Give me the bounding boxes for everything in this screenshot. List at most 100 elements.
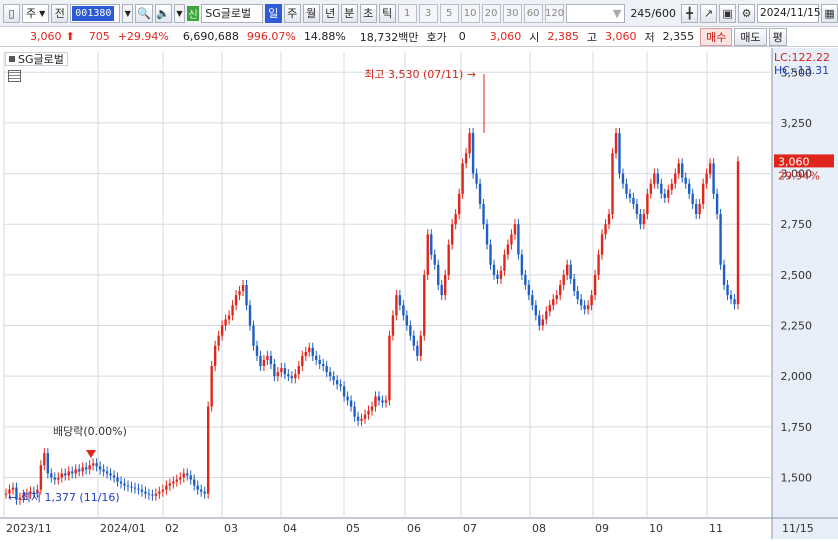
candle-body: [377, 396, 381, 401]
candle-body: [538, 315, 541, 326]
candle-body: [632, 197, 635, 204]
stock-code-field[interactable]: 001380: [70, 3, 121, 23]
sell-button[interactable]: 매도: [734, 27, 767, 46]
candle-body: [179, 477, 182, 480]
interval-60[interactable]: 60: [523, 3, 543, 23]
save-icon[interactable]: ▣: [719, 3, 737, 23]
candle-body: [227, 315, 231, 320]
interval-30[interactable]: 30: [502, 3, 522, 23]
candle-icon[interactable]: ╋: [681, 3, 699, 23]
period-year[interactable]: 년: [321, 3, 339, 23]
eval-button[interactable]: 평: [768, 27, 787, 46]
candle-body: [200, 489, 203, 492]
candle-body: [667, 189, 670, 198]
x-tick-label: 02: [165, 522, 179, 535]
candle-body: [290, 376, 294, 379]
period-tick[interactable]: 틱: [378, 3, 396, 23]
candle-body: [224, 319, 227, 326]
y-tick-label: 2,500: [781, 269, 813, 282]
candle-body: [566, 264, 569, 275]
period-week[interactable]: 주: [283, 3, 301, 23]
x-tick-label: 07: [463, 522, 477, 535]
candle-body: [349, 400, 353, 407]
candle-body: [266, 355, 269, 360]
x-tick-label: 06: [407, 522, 421, 535]
candle-body: [147, 493, 151, 495]
candle-body: [370, 406, 374, 411]
candle-body: [322, 364, 325, 367]
high-annotation: 최고 3,530 (07/11) →: [364, 68, 476, 81]
count-display: 245/600: [627, 4, 679, 23]
candle-body: [388, 335, 391, 401]
candle-body: [475, 173, 478, 184]
period-minute[interactable]: 분: [340, 3, 358, 23]
calendar-icon[interactable]: ▦: [821, 3, 838, 23]
candle-body: [217, 335, 220, 346]
candle-body: [450, 224, 454, 245]
interval-3[interactable]: 3: [418, 3, 438, 23]
candle-body: [409, 325, 412, 336]
interval-1[interactable]: 1: [397, 3, 417, 23]
chart-svg: 1,5001,7502,0002,2502,5002,7503,0003,250…: [0, 48, 838, 539]
candle-body: [430, 234, 433, 255]
prefix-button[interactable]: 전: [51, 3, 69, 23]
candle-body: [273, 364, 276, 377]
candle-body: [64, 473, 67, 476]
candle-body: [405, 315, 409, 326]
candle-body: [576, 291, 579, 300]
candle-body: [60, 473, 63, 478]
candle-body: [346, 396, 349, 401]
candle-body: [656, 173, 660, 184]
code-dropdown-icon[interactable]: ▼: [122, 3, 134, 23]
chart-legend[interactable]: SG글로벌: [5, 52, 68, 66]
candle-body: [308, 347, 311, 352]
interval-10[interactable]: 10: [460, 3, 480, 23]
candle-body: [496, 274, 499, 279]
candle-body: [513, 224, 517, 235]
up-arrow-icon: ⬆: [65, 30, 75, 43]
candle-body: [461, 163, 464, 194]
search-icon[interactable]: 🔍: [135, 3, 153, 23]
candle-body: [444, 274, 447, 296]
candle-body: [402, 305, 405, 316]
speaker-dropdown-icon[interactable]: ▼: [173, 3, 185, 23]
period-second[interactable]: 초: [359, 3, 377, 23]
candle-body: [374, 396, 377, 407]
candle-body: [534, 305, 538, 316]
draw-icon[interactable]: ↗: [700, 3, 718, 23]
interval-20[interactable]: 20: [481, 3, 501, 23]
candle-body: [384, 400, 388, 403]
market-type-label: 주: [26, 7, 37, 20]
date-field[interactable]: 2024/11/15: [757, 3, 821, 23]
period-day[interactable]: 일: [264, 3, 282, 23]
grid-icon[interactable]: [8, 70, 21, 82]
candle-body: [524, 274, 527, 285]
candle-body: [527, 285, 531, 296]
candle-body: [335, 380, 339, 385]
candle-body: [245, 285, 248, 306]
x-tick-label: 03: [224, 522, 238, 535]
period-month[interactable]: 월: [302, 3, 320, 23]
layout-icon[interactable]: ▯: [3, 3, 20, 23]
interval-5[interactable]: 5: [439, 3, 459, 23]
candle-body: [642, 214, 646, 225]
candle-body: [440, 285, 443, 296]
candle-body: [137, 488, 140, 490]
y-tick-label: 1,750: [781, 421, 813, 434]
candle-body: [520, 254, 524, 275]
candle-body: [437, 264, 440, 285]
speaker-icon[interactable]: 🔈: [154, 3, 172, 23]
gear-icon[interactable]: ⚙: [738, 3, 756, 23]
candle-body: [126, 485, 130, 487]
interval-120[interactable]: 120: [544, 3, 565, 23]
candle-body: [478, 183, 482, 204]
stock-name-field[interactable]: SG글로벌: [201, 3, 263, 23]
candle-body: [133, 487, 137, 489]
price-chart[interactable]: 1,500 1,750 2,000 2,250 2,500 2,750 3,000 3,250…: [0, 48, 838, 539]
candle-body: [140, 489, 144, 492]
count-field[interactable]: ▼: [566, 3, 626, 23]
x-tick-label: 04: [283, 522, 297, 535]
buy-button[interactable]: 매수: [700, 27, 733, 46]
candle-body: [593, 274, 597, 296]
market-type-select[interactable]: 주 ▼: [22, 3, 50, 23]
